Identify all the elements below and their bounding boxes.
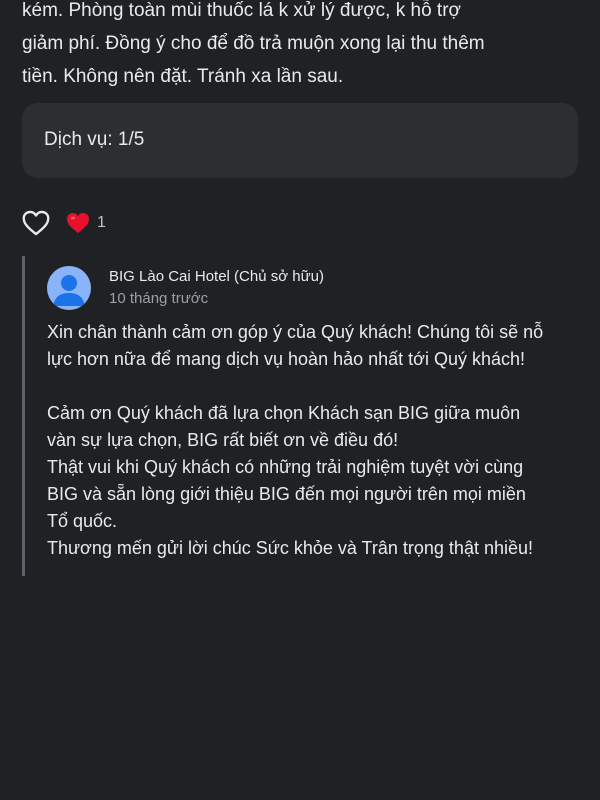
heart-reaction-button[interactable]: 1 — [66, 212, 106, 234]
reply-timestamp: 10 tháng trước — [109, 290, 209, 307]
reply-line: lực hơn nữa để mang dịch vụ hoàn hảo nhấ… — [47, 349, 525, 369]
like-button[interactable] — [20, 207, 52, 239]
review-text-line: kém. Phòng toàn mùi thuốc lá k xử lý đượ… — [22, 0, 461, 21]
reply-line: Thật vui khi Quý khách có những trải ngh… — [47, 457, 524, 477]
review-text-line: giảm phí. Đồng ý cho để đồ trả muộn xong… — [22, 33, 485, 54]
default-avatar-icon — [53, 275, 85, 306]
reply-body: Xin chân thành cảm ơn góp ý của Quý khác… — [47, 319, 587, 562]
reply-line: Thương mến gửi lời chúc Sức khỏe và Trân… — [47, 538, 533, 558]
owner-name: BIG Lào Cai Hotel (Chủ sở hữu) — [109, 268, 324, 285]
review-text-line: tiền. Không nên đặt. Tránh xa lần sau. — [22, 66, 344, 87]
review-page: kém. Phòng toàn mùi thuốc lá k xử lý đượ… — [0, 0, 600, 800]
owner-reply: BIG Lào Cai Hotel (Chủ sở hữu) 10 tháng … — [22, 256, 585, 576]
avatar — [47, 266, 91, 310]
review-text: kém. Phòng toàn mùi thuốc lá k xử lý đượ… — [22, 0, 582, 93]
heart-outline-icon — [22, 210, 50, 236]
reply-line: Cảm ơn Quý khách đã lựa chọn Khách sạn B… — [47, 403, 521, 423]
service-rating-box: Dịch vụ: 1/5 — [22, 103, 578, 178]
reply-line: vàn sự lựa chọn, BIG rất biết ơn về điều… — [47, 430, 399, 450]
reply-line: Xin chân thành cảm ơn góp ý của Quý khác… — [47, 322, 544, 342]
service-rating-label: Dịch vụ: 1/5 — [44, 129, 145, 150]
red-heart-icon — [67, 213, 89, 233]
reply-line: BIG và sẵn lòng giới thiệu BIG đến mọi n… — [47, 484, 526, 504]
reactions-bar: 1 — [20, 205, 106, 241]
reply-line: Tổ quốc. — [47, 511, 118, 531]
reaction-count: 1 — [97, 214, 106, 231]
